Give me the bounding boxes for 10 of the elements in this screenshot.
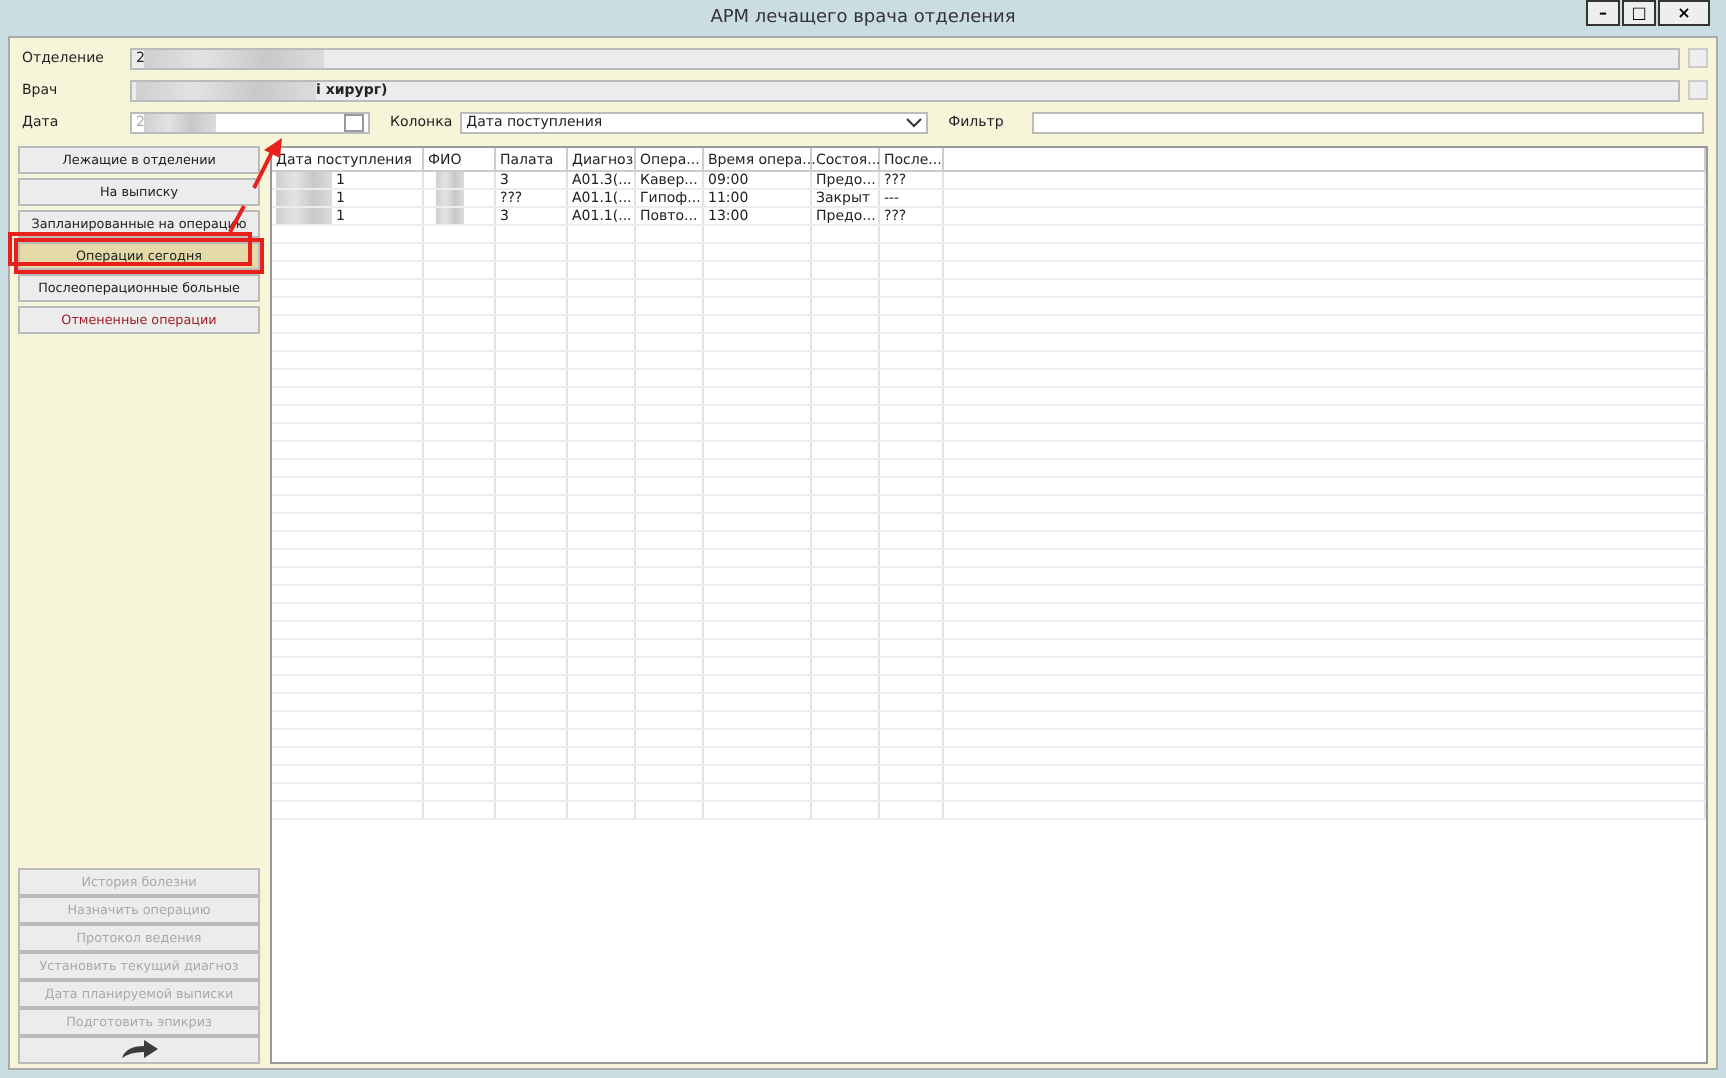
- window-control-button[interactable]: □: [1622, 0, 1656, 26]
- window-title: АРМ лечащего врача отделения: [710, 8, 1016, 28]
- window-control-button[interactable]: ×: [1658, 0, 1710, 26]
- window-control-button[interactable]: –: [1586, 0, 1620, 26]
- arrow-icon: [119, 1038, 159, 1060]
- caret-icon: [906, 117, 923, 127]
- forward-button[interactable]: [18, 1036, 260, 1064]
- filter-field[interactable]: [1032, 111, 1704, 133]
- redacted-block: [144, 113, 217, 131]
- calendar-icon[interactable]: [344, 113, 364, 131]
